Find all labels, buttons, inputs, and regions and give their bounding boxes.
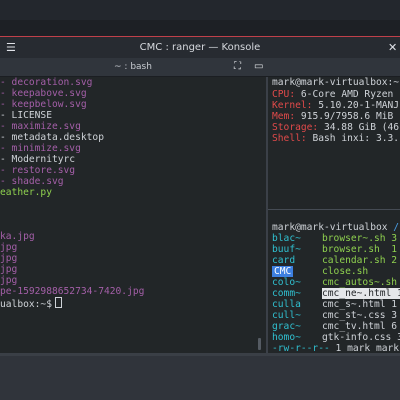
terminal-line: jpg xyxy=(0,253,18,264)
system-info-line: Shell: Bash inxi: 3.3. xyxy=(272,133,399,144)
terminal-line: - keepbelow.svg xyxy=(0,99,87,110)
ranger-file[interactable]: browser.sh 1 xyxy=(322,244,397,255)
info-value: 5.10.20-1-MANJ xyxy=(318,100,400,111)
terminal-line: jpg xyxy=(0,264,18,275)
ranger-file[interactable]: cmc_ne~.html 1 xyxy=(322,288,400,299)
fullscreen-icon[interactable]: ⛶ xyxy=(234,61,241,72)
ranger-dir[interactable]: blac~ xyxy=(272,233,301,244)
ranger-file[interactable]: cmc_s~.html 1 xyxy=(322,299,397,310)
terminal-line: - restore.svg xyxy=(0,165,76,176)
pane-split-horizontal[interactable] xyxy=(268,209,400,210)
ranger-dir[interactable]: card xyxy=(272,255,295,266)
terminal-line: ka.jpg xyxy=(0,231,35,242)
system-info-line: Mem: 915.9/7958.6 MiB xyxy=(272,111,393,122)
ranger-file[interactable]: calendar.sh 2 xyxy=(322,255,397,266)
terminal-line: - metadata.desktop xyxy=(0,132,104,143)
shell-prompt[interactable]: ualbox:~$ xyxy=(0,297,62,310)
ranger-dir[interactable]: comm~ xyxy=(272,288,301,299)
terminal-line: - maximize.svg xyxy=(0,121,81,132)
ranger-row[interactable]: colo~ cmc_autos~.sh xyxy=(272,277,400,288)
ranger-header: mark@mark-virtualbox / xyxy=(272,222,399,233)
terminal-line: eather.py xyxy=(0,187,52,198)
ranger-host: mark@mark-virtualbox xyxy=(272,222,394,233)
ranger-row[interactable]: homo~ gtk-info.css 3 xyxy=(272,332,400,343)
ranger-dir[interactable]: CMC xyxy=(272,266,294,277)
ranger-row[interactable]: card calendar.sh 2 xyxy=(272,255,400,266)
ranger-dir[interactable]: homo~ xyxy=(272,332,301,343)
terminal-line: - keepabove.svg xyxy=(0,88,87,99)
info-value: 6-Core AMD Ryzen xyxy=(300,89,394,100)
ranger-dir[interactable]: culla xyxy=(272,299,301,310)
terminal-pane-right[interactable]: mark@mark-virtualbox:~$ CPU: 6-Core AMD R… xyxy=(268,77,400,354)
info-key: Storage: xyxy=(272,122,324,133)
tab-bar: ~ : bash ⛶ ▭ xyxy=(0,58,400,77)
ranger-row[interactable]: comm~ cmc_ne~.html 1 xyxy=(272,288,400,299)
close-icon[interactable]: ✕ xyxy=(388,41,397,54)
ranger-file[interactable]: cmc_autos~.sh xyxy=(322,277,397,288)
system-info-line: Storage: 34.88 GiB (46 xyxy=(272,122,399,133)
ranger-file[interactable]: gtk-info.css 3 xyxy=(322,332,400,343)
ranger-path: / xyxy=(393,222,400,233)
ranger-row[interactable]: cull~ cmc_st~.css 3 xyxy=(272,310,400,321)
prompt-line: mark@mark-virtualbox:~$ xyxy=(272,77,400,88)
desktop-bottom xyxy=(0,353,400,400)
ranger-dir[interactable]: colo~ xyxy=(272,277,301,288)
system-info-line: Kernel: 5.10.20-1-MANJ xyxy=(272,100,399,111)
ranger-file[interactable]: close.sh xyxy=(322,266,368,277)
window-title: CMC : ranger — Konsole xyxy=(139,42,261,53)
ranger-row[interactable]: culla cmc_s~.html 1 xyxy=(272,299,400,310)
ranger-file[interactable]: browser~.sh 3 xyxy=(322,233,397,244)
system-info-line: CPU: 6-Core AMD Ryzen xyxy=(272,89,393,100)
terminal-line: - decoration.svg xyxy=(0,77,93,88)
terminal-line: - Modernityrc xyxy=(0,154,76,165)
info-value: Bash inxi: 3.3. xyxy=(312,133,400,144)
info-key: Mem: xyxy=(272,111,301,122)
ranger-row[interactable]: grac~ cmc_tv.html 6 xyxy=(272,321,400,332)
terminal-line: - minimize.svg xyxy=(0,143,81,154)
ranger-file[interactable]: cmc_st~.css 3 xyxy=(322,310,397,321)
info-value: 34.88 GiB (46 xyxy=(323,122,400,133)
ranger-dir[interactable]: grac~ xyxy=(272,321,301,332)
info-key: CPU: xyxy=(272,89,301,100)
scrollbar[interactable] xyxy=(258,338,261,350)
ranger-dir[interactable]: buuf~ xyxy=(272,244,301,255)
ranger-dir[interactable]: cull~ xyxy=(272,310,301,321)
terminal-line: jpg xyxy=(0,275,18,286)
terminal-line: - shade.svg xyxy=(0,176,64,187)
ranger-row[interactable]: CMC close.sh xyxy=(272,266,400,277)
ranger-file[interactable]: cmc_tv.html 6 xyxy=(322,321,397,332)
info-key: Kernel: xyxy=(272,100,319,111)
info-key: Shell: xyxy=(272,133,313,144)
window-titlebar[interactable]: ☰ CMC : ranger — Konsole ✕ xyxy=(0,36,400,59)
tab-label: ~ : bash xyxy=(114,62,152,72)
desktop-top-strip xyxy=(0,0,400,36)
tab-bash[interactable]: ~ : bash xyxy=(0,58,266,76)
ranger-row[interactable]: buuf~ browser.sh 1 xyxy=(272,244,400,255)
text-cursor xyxy=(54,297,62,308)
terminal-line: - LICENSE xyxy=(0,110,52,121)
ranger-row[interactable]: blac~ browser~.sh 3 xyxy=(272,233,400,244)
terminal-line: pe-1592988652734-7420.jpg xyxy=(0,286,145,297)
info-value: 915.9/7958.6 MiB xyxy=(300,111,394,122)
terminal-pane-left[interactable]: - decoration.svg - keepabove.svg - keepbel… xyxy=(0,77,266,353)
terminal-line: jpg xyxy=(0,242,18,253)
split-view-icon[interactable]: ▭ xyxy=(254,61,263,72)
